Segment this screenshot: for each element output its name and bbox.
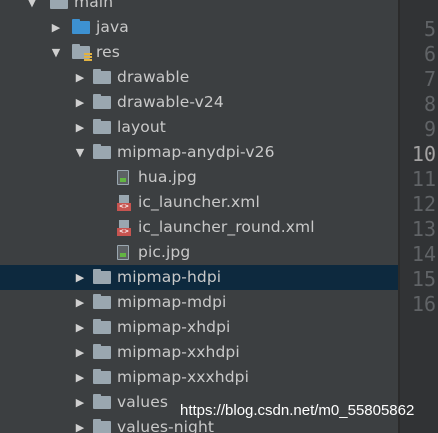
folder-icon — [93, 415, 111, 433]
chevron-right-icon[interactable]: ▶ — [48, 15, 64, 40]
tree-item-label: hua.jpg — [138, 168, 197, 186]
line-number: 11 — [411, 167, 436, 191]
folder-icon — [93, 265, 111, 290]
tree-item-label: values — [117, 393, 169, 411]
folder-icon — [93, 315, 111, 340]
tree-row-res[interactable]: ▼ res — [0, 40, 398, 65]
folder-icon — [93, 90, 111, 115]
tree-row-drawable[interactable]: ▶ drawable — [0, 65, 398, 90]
chevron-right-icon[interactable]: ▶ — [72, 390, 88, 415]
project-tree: ▼ main ▶ java ▼ res ▶ drawable ▶ drawable-v24 ▶ lay… — [0, 0, 398, 433]
folder-icon — [93, 390, 111, 415]
tree-row-layout[interactable]: ▶ layout — [0, 115, 398, 140]
chevron-right-icon[interactable]: ▶ — [72, 290, 88, 315]
line-number: 13 — [411, 217, 436, 241]
line-number: 7 — [423, 67, 436, 91]
chevron-right-icon[interactable]: ▶ — [72, 115, 88, 140]
tree-item-label: mipmap-xxhdpi — [117, 343, 240, 361]
tree-row-mipmap-xxxhdpi[interactable]: ▶ mipmap-xxxhdpi — [0, 365, 398, 390]
line-number: 15 — [411, 267, 436, 291]
line-number: 12 — [411, 192, 436, 216]
folder-icon — [93, 115, 111, 140]
chevron-right-icon[interactable]: ▶ — [72, 415, 88, 433]
line-number: 6 — [423, 42, 436, 66]
folder-icon — [93, 140, 111, 165]
tree-row-mipmap-hdpi[interactable]: ▶ mipmap-hdpi — [0, 265, 398, 290]
tree-row-drawable-v24[interactable]: ▶ drawable-v24 — [0, 90, 398, 115]
tree-row-mipmap-mdpi[interactable]: ▶ mipmap-mdpi — [0, 290, 398, 315]
line-number: 8 — [423, 92, 436, 116]
folder-icon — [93, 365, 111, 390]
tree-row-mipmap-anydpi-v26[interactable]: ▼ mipmap-anydpi-v26 — [0, 140, 398, 165]
image-file-icon — [117, 240, 129, 265]
resource-folder-icon — [72, 40, 92, 65]
folder-icon — [72, 15, 90, 40]
xml-file-icon: <> — [117, 190, 131, 215]
xml-file-icon: <> — [117, 215, 131, 240]
tree-item-label: mipmap-anydpi-v26 — [117, 143, 275, 161]
tree-item-label: mipmap-mdpi — [117, 293, 227, 311]
tree-row-ic-launcher-round-xml[interactable]: <> ic_launcher_round.xml — [0, 215, 398, 240]
tree-item-label: mipmap-hdpi — [117, 268, 222, 286]
tree-item-label: res — [96, 43, 120, 61]
line-number: 14 — [411, 242, 436, 266]
tree-item-label: drawable — [117, 68, 190, 86]
chevron-right-icon[interactable]: ▶ — [72, 365, 88, 390]
chevron-right-icon[interactable]: ▶ — [72, 265, 88, 290]
tree-item-label: pic.jpg — [138, 243, 191, 261]
tree-row-mipmap-xhdpi[interactable]: ▶ mipmap-xhdpi — [0, 315, 398, 340]
chevron-right-icon[interactable]: ▶ — [72, 340, 88, 365]
tree-row-hua-jpg[interactable]: hua.jpg — [0, 165, 398, 190]
tree-row-ic-launcher-xml[interactable]: <> ic_launcher.xml — [0, 190, 398, 215]
line-number: 10 — [411, 142, 436, 166]
tree-row-mipmap-xxhdpi[interactable]: ▶ mipmap-xxhdpi — [0, 340, 398, 365]
tree-item-label: ic_launcher_round.xml — [138, 218, 315, 236]
tree-item-label: ic_launcher.xml — [138, 193, 260, 211]
chevron-down-icon[interactable]: ▼ — [72, 140, 88, 165]
chevron-down-icon[interactable]: ▼ — [48, 40, 64, 65]
tree-item-label: mipmap-xhdpi — [117, 318, 231, 336]
image-file-icon — [117, 165, 129, 190]
chevron-right-icon[interactable]: ▶ — [72, 90, 88, 115]
tree-row-main[interactable]: ▼ main — [0, 0, 398, 15]
editor-gutter: 5 6 7 8 9 10 11 12 13 14 15 16 — [398, 0, 438, 433]
tree-item-label: layout — [117, 118, 166, 136]
tree-item-label: main — [74, 0, 114, 11]
folder-icon — [93, 65, 111, 90]
tree-item-label: java — [96, 18, 129, 36]
watermark-text: https://blog.csdn.net/m0_55805862 — [180, 402, 415, 419]
chevron-down-icon[interactable]: ▼ — [24, 0, 40, 15]
chevron-right-icon[interactable]: ▶ — [72, 65, 88, 90]
folder-icon — [93, 290, 111, 315]
folder-icon — [93, 340, 111, 365]
line-number: 5 — [423, 17, 436, 41]
tree-item-label: drawable-v24 — [117, 93, 224, 111]
tree-row-java[interactable]: ▶ java — [0, 15, 398, 40]
folder-icon — [50, 0, 68, 15]
line-number: 16 — [411, 292, 436, 316]
chevron-right-icon[interactable]: ▶ — [72, 315, 88, 340]
line-number: 9 — [423, 117, 436, 141]
tree-item-label: mipmap-xxxhdpi — [117, 368, 249, 386]
tree-row-pic-jpg[interactable]: pic.jpg — [0, 240, 398, 265]
